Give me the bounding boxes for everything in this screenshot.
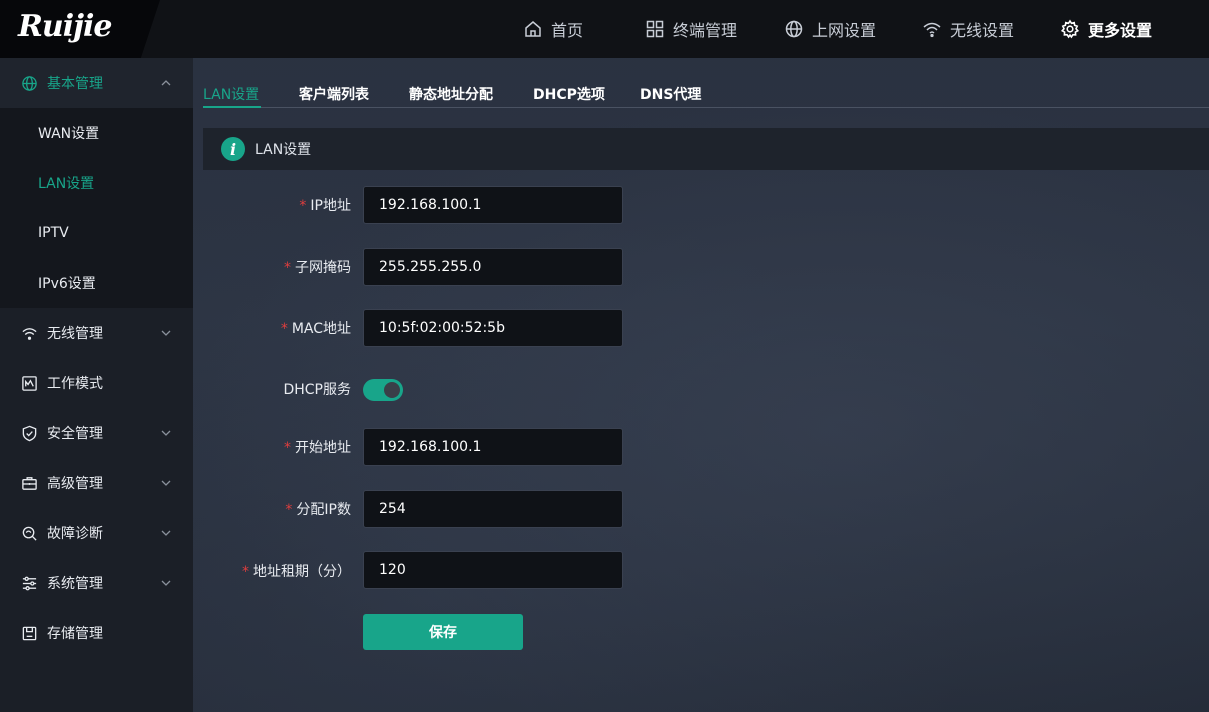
tab-active-indicator xyxy=(203,106,261,108)
mac-address-input[interactable] xyxy=(363,309,623,347)
lease-label: * 地址租期（分） xyxy=(242,564,351,580)
nav-terminal[interactable]: 终端管理 xyxy=(645,0,737,58)
save-button[interactable]: 保存 xyxy=(363,614,523,650)
sidebar-group-label: 无线管理 xyxy=(47,326,103,342)
sidebar-group-label: 系统管理 xyxy=(47,576,103,592)
sidebar-item-label: LAN设置 xyxy=(38,176,95,192)
sidebar-group-label: 故障诊断 xyxy=(47,526,103,542)
ip-count-input[interactable] xyxy=(363,490,623,528)
tab-dns-proxy[interactable]: DNS代理 xyxy=(640,84,701,104)
settings-icon xyxy=(22,576,37,590)
section-header: i LAN设置 xyxy=(203,128,1209,170)
ruijie-logo[interactable]: Ruijie xyxy=(18,9,112,44)
sidebar-group-label: 存储管理 xyxy=(47,626,103,642)
tab-dhcp-options[interactable]: DHCP选项 xyxy=(533,84,605,104)
nav-wireless[interactable]: 无线设置 xyxy=(922,0,1014,58)
tab-divider xyxy=(203,107,1209,108)
dhcp-toggle[interactable] xyxy=(363,379,403,401)
sidebar-group-diagnosis[interactable]: 故障诊断 xyxy=(0,508,193,558)
sidebar-item-iptv[interactable]: IPTV xyxy=(0,208,193,258)
nav-home[interactable]: 首页 xyxy=(523,0,583,58)
sidebar-item-ipv6[interactable]: IPv6设置 xyxy=(0,258,193,308)
nav-wireless-label: 无线设置 xyxy=(950,21,1015,40)
storage-icon xyxy=(22,626,37,640)
gear-icon xyxy=(1060,19,1080,39)
sidebar-item-label: IPv6设置 xyxy=(38,276,96,292)
nav-internet-label: 上网设置 xyxy=(812,21,877,40)
required-mark: * xyxy=(285,502,293,518)
mask-label: * 子网掩码 xyxy=(284,260,351,276)
sidebar-item-label: WAN设置 xyxy=(38,126,100,142)
nav-more-settings-label: 更多设置 xyxy=(1088,21,1153,40)
chevron-down-icon xyxy=(161,480,171,486)
sidebar-group-basic[interactable]: 基本管理 xyxy=(0,58,193,108)
tab-client-list[interactable]: 客户端列表 xyxy=(299,84,369,104)
top-bar: Ruijie 首页 终端管理 上网设置 无线设置 更多设置 xyxy=(0,0,1209,58)
mac-label: * MAC地址 xyxy=(280,321,351,337)
shield-icon xyxy=(22,425,37,441)
mode-icon xyxy=(22,375,37,391)
toolbox-icon xyxy=(22,476,37,490)
tab-bar: LAN设置 客户端列表 静态地址分配 DHCP选项 DNS代理 xyxy=(193,58,1209,110)
sidebar-item-lan[interactable]: LAN设置 xyxy=(0,158,193,208)
sidebar-group-security[interactable]: 安全管理 xyxy=(0,408,193,458)
globe-icon xyxy=(22,75,37,91)
toggle-knob xyxy=(384,382,400,398)
chevron-up-icon xyxy=(161,80,171,86)
chevron-down-icon xyxy=(161,430,171,436)
start-address-input[interactable] xyxy=(363,428,623,466)
dhcp-label: DHCP服务 xyxy=(283,382,351,398)
ip-count-label: * 分配IP数 xyxy=(285,502,351,518)
tab-lan-settings[interactable]: LAN设置 xyxy=(203,84,259,104)
ip-address-input[interactable] xyxy=(363,186,623,224)
required-mark: * xyxy=(284,260,291,276)
grid-icon xyxy=(646,20,664,38)
ip-label: * IP地址 xyxy=(299,198,351,214)
tab-static-allocation[interactable]: 静态地址分配 xyxy=(409,84,493,104)
section-title: LAN设置 xyxy=(255,142,312,158)
sidebar-group-work-mode[interactable]: 工作模式 xyxy=(0,358,193,408)
required-mark: * xyxy=(242,564,249,580)
sidebar-group-label: 基本管理 xyxy=(47,76,103,92)
required-mark: * xyxy=(299,198,307,214)
globe-icon xyxy=(785,20,803,38)
lease-time-input[interactable] xyxy=(363,551,623,589)
diagnose-icon xyxy=(22,526,37,541)
required-mark: * xyxy=(284,440,291,456)
sidebar-group-storage[interactable]: 存储管理 xyxy=(0,608,193,658)
required-mark: * xyxy=(280,321,288,337)
nav-internet[interactable]: 上网设置 xyxy=(784,0,876,58)
home-icon xyxy=(525,21,541,37)
sidebar-group-wireless[interactable]: 无线管理 xyxy=(0,308,193,358)
sidebar-group-label: 高级管理 xyxy=(47,476,103,492)
sidebar-group-system[interactable]: 系统管理 xyxy=(0,558,193,608)
sidebar-item-label: IPTV xyxy=(38,225,69,241)
sidebar-item-wan[interactable]: WAN设置 xyxy=(0,108,193,158)
nav-home-label: 首页 xyxy=(551,21,584,40)
chevron-down-icon xyxy=(161,330,171,336)
chevron-down-icon xyxy=(161,530,171,536)
sidebar-group-label: 安全管理 xyxy=(47,426,103,442)
wifi-icon xyxy=(22,327,37,340)
start-address-label: * 开始地址 xyxy=(284,440,351,456)
subnet-mask-input[interactable] xyxy=(363,248,623,286)
wifi-icon xyxy=(923,22,941,38)
chevron-down-icon xyxy=(161,580,171,586)
nav-terminal-label: 终端管理 xyxy=(673,21,738,40)
sidebar-group-label: 工作模式 xyxy=(47,376,103,392)
info-icon: i xyxy=(221,137,245,161)
sidebar-group-advanced[interactable]: 高级管理 xyxy=(0,458,193,508)
sidebar: 基本管理 WAN设置 LAN设置 IPTV IPv6设置 无线管理 工作模式 安… xyxy=(0,58,193,712)
nav-more-settings[interactable]: 更多设置 xyxy=(1060,0,1152,58)
